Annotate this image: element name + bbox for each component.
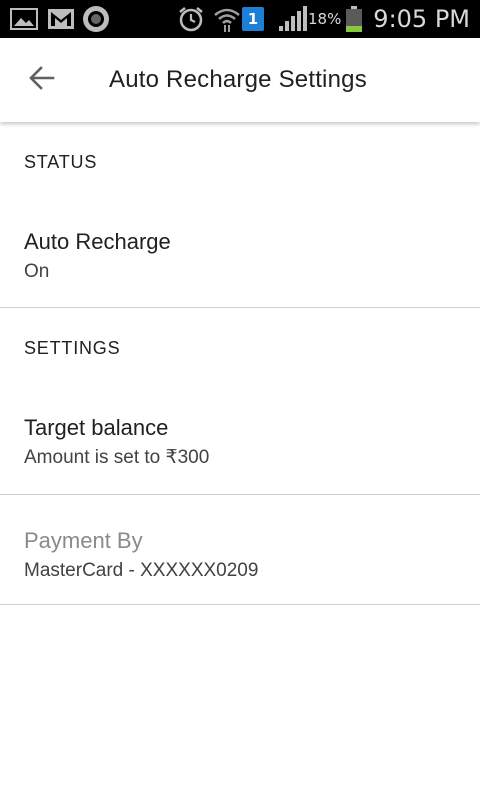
circle-app-icon bbox=[80, 0, 112, 38]
divider bbox=[0, 604, 480, 605]
target-balance-summary: Amount is set to ₹300 bbox=[24, 447, 210, 468]
target-balance-title: Target balance bbox=[24, 415, 169, 440]
notification-badge-icon: 1 bbox=[242, 7, 264, 31]
auto-recharge-title: Auto Recharge bbox=[24, 229, 171, 254]
gallery-icon bbox=[8, 0, 40, 38]
settings-list: STATUS Auto Recharge On SETTINGS Target … bbox=[0, 122, 480, 605]
gmail-icon bbox=[46, 0, 76, 38]
wifi-icon bbox=[212, 0, 242, 38]
arrow-back-icon bbox=[29, 65, 55, 96]
payment-by-summary: MasterCard - XXXXXX0209 bbox=[24, 560, 259, 581]
signal-icon bbox=[276, 0, 308, 38]
target-balance-item[interactable]: Target balance Amount is set to ₹300 bbox=[0, 388, 480, 494]
alarm-icon bbox=[176, 0, 206, 38]
status-bar: 1 18% 9:05 PM bbox=[0, 0, 480, 38]
app-bar: Auto Recharge Settings bbox=[0, 38, 480, 122]
payment-by-item: Payment By MasterCard - XXXXXX0209 bbox=[0, 495, 480, 604]
page-title: Auto Recharge Settings bbox=[109, 66, 367, 93]
payment-by-title: Payment By bbox=[24, 528, 143, 553]
section-header-settings: SETTINGS bbox=[24, 337, 121, 358]
battery-percent: 18% bbox=[308, 10, 342, 28]
auto-recharge-summary: On bbox=[24, 261, 50, 282]
auto-recharge-item[interactable]: Auto Recharge On bbox=[0, 202, 480, 307]
battery-icon bbox=[344, 0, 364, 38]
status-time: 9:05 PM bbox=[373, 5, 470, 33]
section-header-status: STATUS bbox=[24, 151, 98, 172]
back-button[interactable] bbox=[18, 58, 66, 102]
